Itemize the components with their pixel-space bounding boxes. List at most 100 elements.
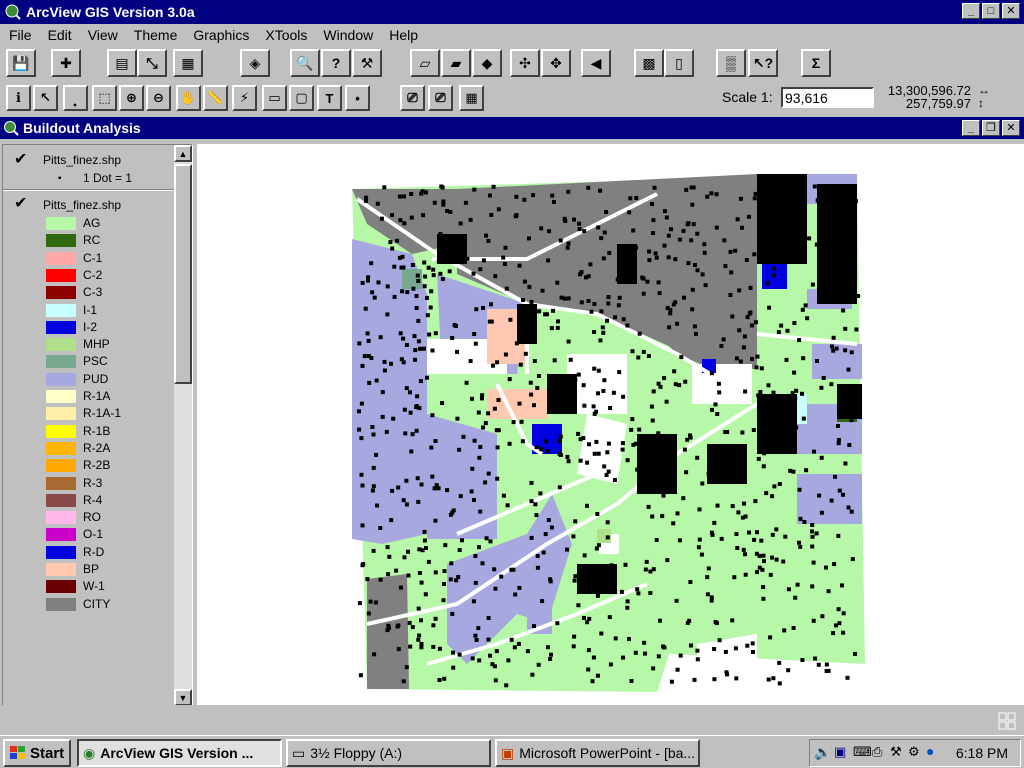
- page-button[interactable]: ▯: [664, 49, 694, 77]
- task-arcview[interactable]: ◉ ArcView GIS Version ...: [77, 739, 282, 767]
- task-powerpoint[interactable]: ▣ Microsoft PowerPoint - [ba...: [495, 739, 700, 767]
- legend-item[interactable]: R-4: [3, 491, 174, 508]
- draw-point-tool[interactable]: •: [345, 85, 370, 111]
- help-button[interactable]: ↖?: [748, 49, 778, 77]
- graphics-tool-1[interactable]: ⎚: [400, 85, 425, 111]
- menu-graphics[interactable]: Graphics: [186, 27, 258, 43]
- legend-item[interactable]: R-2A: [3, 439, 174, 456]
- speaker-icon[interactable]: 🔈: [814, 744, 831, 761]
- menu-view[interactable]: View: [81, 27, 127, 43]
- map-display[interactable]: [197, 144, 1024, 707]
- tools-icon[interactable]: ⚒: [890, 744, 902, 760]
- start-button[interactable]: Start: [3, 739, 71, 767]
- zone-bp-2[interactable]: [487, 389, 547, 419]
- legend-item[interactable]: R-3: [3, 474, 174, 491]
- view-close-button[interactable]: ✕: [1002, 120, 1020, 136]
- help-bubble-icon[interactable]: ●: [926, 743, 934, 759]
- menu-theme[interactable]: Theme: [127, 27, 187, 43]
- legend-item[interactable]: PSC: [3, 352, 174, 369]
- theme-properties-button[interactable]: ▤: [107, 49, 137, 77]
- legend-item[interactable]: R-1A: [3, 387, 174, 404]
- legend-item[interactable]: I-2: [3, 318, 174, 335]
- select-all-button[interactable]: ▱: [410, 49, 440, 77]
- legend-item[interactable]: R-2B: [3, 456, 174, 473]
- clear-selected-button[interactable]: ▰: [441, 49, 471, 77]
- legend-item[interactable]: I-1: [3, 301, 174, 318]
- theme-visible-checkmark-icon[interactable]: ✔: [14, 193, 27, 213]
- legend-item[interactable]: MHP: [3, 335, 174, 352]
- find-button[interactable]: 🔍: [290, 49, 320, 77]
- text-tool[interactable]: T: [317, 85, 342, 111]
- graphics-tool-2[interactable]: ⎚: [428, 85, 453, 111]
- menu-window[interactable]: Window: [316, 27, 382, 43]
- vertex-edit-tool[interactable]: ⸼: [63, 85, 88, 111]
- table-of-contents[interactable]: ✔ Pitts_finez.shp ▪ 1 Dot = 1 ✔ Pitts_fi…: [2, 144, 193, 707]
- view-restore-button[interactable]: ❐: [982, 120, 1000, 136]
- locate-address-button[interactable]: ◈: [240, 49, 270, 77]
- legend-item[interactable]: W-1: [3, 577, 174, 594]
- legend-item[interactable]: R-D: [3, 543, 174, 560]
- identify-tool[interactable]: ℹ: [6, 85, 31, 111]
- menu-xtools[interactable]: XTools: [258, 27, 316, 43]
- maximize-button[interactable]: □: [982, 3, 1000, 19]
- theme-visible-checkmark-icon[interactable]: ✔: [14, 149, 27, 169]
- theme-dots[interactable]: ✔ Pitts_finez.shp ▪ 1 Dot = 1: [3, 149, 174, 187]
- menu-file[interactable]: File: [2, 27, 41, 43]
- scheduler-icon[interactable]: ⚙: [908, 744, 920, 760]
- hammer-button[interactable]: ⚒: [352, 49, 382, 77]
- legend-item[interactable]: BP: [3, 560, 174, 577]
- app-title-bar[interactable]: ArcView GIS Version 3.0a _ □ ✕: [0, 0, 1024, 24]
- network-icon[interactable]: ⌨: [853, 744, 872, 760]
- text-label-tool[interactable]: ▢: [289, 85, 314, 111]
- add-theme-button[interactable]: ✚: [51, 49, 81, 77]
- zoom-out-tool[interactable]: ⊖: [146, 85, 171, 111]
- summarize-button[interactable]: Σ: [801, 49, 831, 77]
- legend-item[interactable]: R-1B: [3, 422, 174, 439]
- save-project-button[interactable]: 💾: [6, 49, 36, 77]
- legend-item[interactable]: C-3: [3, 283, 174, 300]
- measure-tool[interactable]: 📏: [203, 85, 228, 111]
- legend-item[interactable]: O-1: [3, 525, 174, 542]
- zoom-previous-button[interactable]: ◀: [581, 49, 611, 77]
- legend-item[interactable]: R-1A-1: [3, 404, 174, 421]
- legend-item[interactable]: RO: [3, 508, 174, 525]
- open-theme-table-button[interactable]: ▦: [173, 49, 203, 77]
- zoom-to-active-button[interactable]: ◆: [472, 49, 502, 77]
- zoom-to-full-extent-button[interactable]: ✣: [510, 49, 540, 77]
- view-title-bar[interactable]: Buildout Analysis _ ❐ ✕: [0, 117, 1024, 139]
- view-minimize-button[interactable]: _: [962, 120, 980, 136]
- scroll-down-icon[interactable]: ▼: [174, 689, 192, 706]
- scale-input[interactable]: [781, 87, 874, 108]
- close-button[interactable]: ✕: [1002, 3, 1020, 19]
- legend-item[interactable]: AG: [3, 214, 174, 231]
- legend-item[interactable]: PUD: [3, 370, 174, 387]
- legend-item[interactable]: CITY: [3, 595, 174, 612]
- printer-icon[interactable]: ⎙: [872, 744, 882, 760]
- graphics-tool-3[interactable]: ▦: [459, 85, 484, 111]
- zoom-in-tool[interactable]: ⊕: [119, 85, 144, 111]
- monitor-icon[interactable]: ▣: [834, 744, 846, 760]
- scroll-up-icon[interactable]: ▲: [174, 145, 192, 162]
- menu-edit[interactable]: Edit: [41, 27, 81, 43]
- toc-scrollbar[interactable]: ▲ ▼: [174, 145, 192, 706]
- task-floppy[interactable]: ▭ 3½ Floppy (A:): [286, 739, 491, 767]
- zoning-map[interactable]: [197, 144, 1024, 707]
- zone-pud-east[interactable]: [797, 474, 862, 524]
- clock[interactable]: 6:18 PM: [956, 745, 1008, 761]
- theme-zoning[interactable]: ✔ Pitts_finez.shp: [3, 193, 174, 213]
- legend-item[interactable]: C-1: [3, 249, 174, 266]
- pan-tool[interactable]: ✋: [176, 85, 201, 111]
- scroll-thumb[interactable]: [174, 164, 192, 384]
- legend-item[interactable]: RC: [3, 231, 174, 248]
- size-grip-icon[interactable]: [998, 712, 1016, 730]
- pointer-tool[interactable]: ↖: [33, 85, 58, 111]
- label-tool[interactable]: ▭: [262, 85, 287, 111]
- menu-help[interactable]: Help: [382, 27, 427, 43]
- layout-button[interactable]: ▩: [634, 49, 664, 77]
- legend-item[interactable]: C-2: [3, 266, 174, 283]
- minimize-button[interactable]: _: [962, 3, 980, 19]
- edit-legend-button[interactable]: ⤡: [137, 49, 167, 77]
- query-builder-button[interactable]: ?: [321, 49, 351, 77]
- select-feature-tool[interactable]: ⬚: [92, 85, 117, 111]
- map-grid-button[interactable]: ▒: [716, 49, 746, 77]
